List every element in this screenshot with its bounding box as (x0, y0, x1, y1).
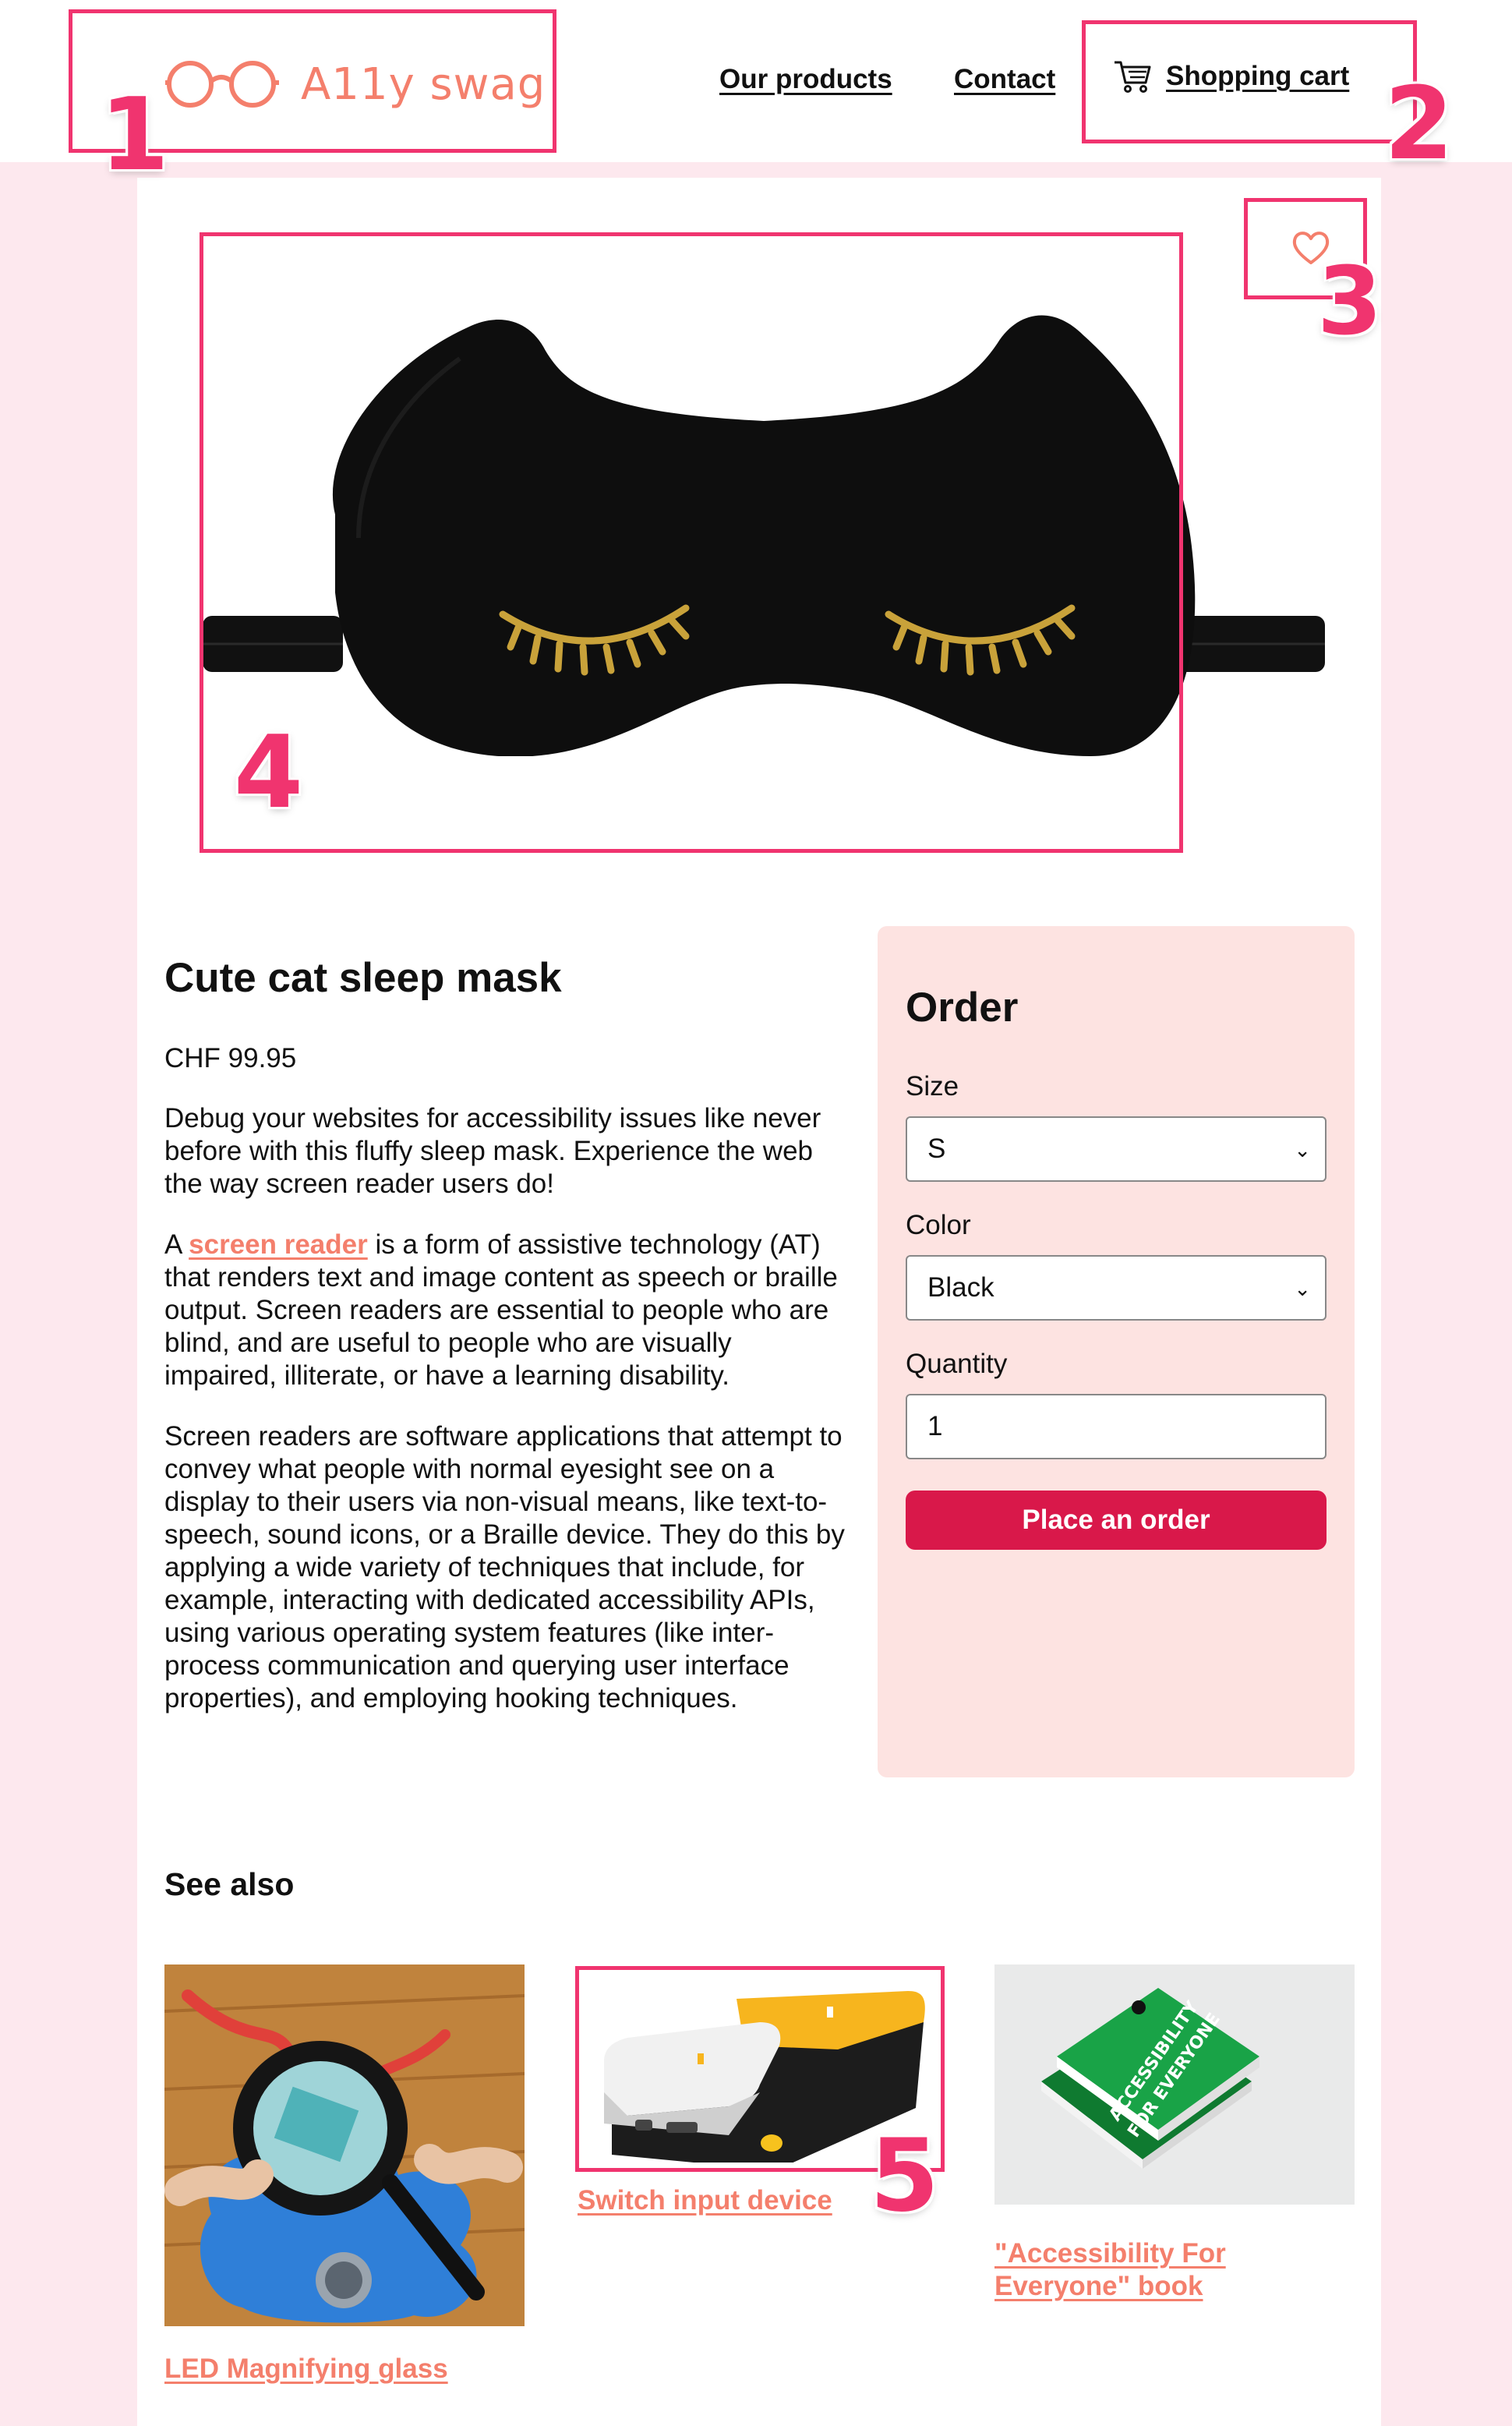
annotation-box-cart (1082, 20, 1417, 143)
order-panel: Order Size S ⌄ Color Black ⌄ Quantity 1 … (878, 926, 1355, 1777)
quantity-input[interactable]: 1 (906, 1394, 1327, 1459)
color-label: Color (906, 1210, 971, 1240)
product-title: Cute cat sleep mask (164, 955, 562, 1001)
quantity-label: Quantity (906, 1349, 1008, 1379)
quantity-value: 1 (927, 1411, 943, 1441)
annotation-box-product-image (200, 232, 1183, 853)
see-also-heading: See also (164, 1866, 295, 1902)
product-description-details: Screen readers are software applications… (164, 1421, 845, 1713)
annotation-number-1: 1 (100, 77, 170, 193)
nav-our-products[interactable]: Our products (719, 64, 892, 95)
color-value: Black (927, 1272, 994, 1303)
screen-reader-link[interactable]: screen reader (189, 1229, 368, 1260)
size-value: S (927, 1133, 946, 1164)
color-select[interactable]: Black ⌄ (906, 1255, 1327, 1321)
product-description-screen-reader: A screen reader is a form of assistive t… (164, 1229, 850, 1392)
related-image-magnifying-glass (164, 1964, 525, 2326)
related-link-book[interactable]: "Accessibility For Everyone" book (994, 2237, 1306, 2303)
nav-contact[interactable]: Contact (954, 64, 1055, 95)
product-price: CHF 99.95 (164, 1043, 297, 1073)
annotation-number-2: 2 (1384, 66, 1454, 182)
annotation-number-3: 3 (1317, 248, 1383, 356)
related-image-book: ACCESSIBILITY FOR EVERYONE (994, 1964, 1355, 2205)
annotation-number-4: 4 (234, 715, 304, 831)
size-select[interactable]: S ⌄ (906, 1116, 1327, 1182)
related-link-switch-device[interactable]: Switch input device (578, 2184, 832, 2217)
related-link-magnifying-glass[interactable]: LED Magnifying glass (164, 2353, 448, 2385)
product-intro: Debug your websites for accessibility is… (164, 1103, 821, 1199)
annotation-number-5: 5 (870, 2118, 940, 2234)
place-order-button[interactable]: Place an order (906, 1491, 1327, 1550)
order-heading: Order (906, 985, 1019, 1031)
para-prefix: A (164, 1229, 189, 1260)
size-label: Size (906, 1071, 959, 1102)
chevron-down-icon: ⌄ (1294, 1138, 1311, 1162)
chevron-down-icon: ⌄ (1294, 1277, 1311, 1300)
